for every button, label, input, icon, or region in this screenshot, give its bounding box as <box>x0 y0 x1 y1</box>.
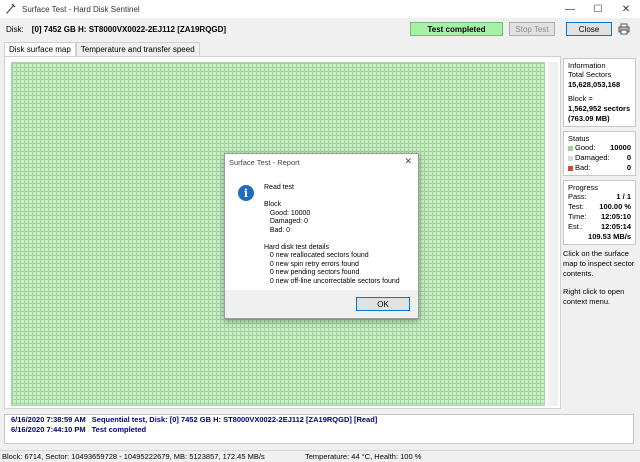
report-line: 0 new spin retry errors found <box>264 260 359 268</box>
ok-button[interactable]: OK <box>356 297 410 311</box>
report-line: Block <box>264 201 282 208</box>
report-line: 0 new pending sectors found <box>264 269 360 276</box>
minimize-button[interactable]: — <box>556 0 584 18</box>
dialog-footer: OK <box>225 290 418 318</box>
log-text: Test completed <box>91 425 147 434</box>
block-value: 1,562,952 sectors <box>568 104 631 113</box>
block-label: Block = <box>568 94 593 103</box>
print-icon[interactable] <box>616 21 632 37</box>
report-line: Bad: 0 <box>264 226 291 234</box>
report-line <box>264 193 400 202</box>
disk-name: [0] 7452 GB H: ST8000VX0022-2EJ112 [ZA19… <box>31 24 227 34</box>
dialog-title-bar: Surface Test - Report ✕ <box>225 154 418 170</box>
log-time: 6/16/2020 7:38:59 AM <box>11 415 86 424</box>
report-line: Damaged: 0 <box>264 218 308 225</box>
title-bar: Surface Test - Hard Disk Sentinel — ☐ ✕ <box>0 0 640 18</box>
bad-color-swatch <box>568 165 573 171</box>
log-entry: 6/16/2020 7:44:10 PM Test completed <box>5 425 633 435</box>
report-line <box>264 235 400 244</box>
transfer-speed: 109.53 MB/s <box>588 232 631 241</box>
window-close-button[interactable]: ✕ <box>612 0 640 18</box>
status-box: Status Good: 10000 Damaged: 0 Bad: 0 <box>563 131 636 176</box>
information-title: Information <box>568 61 606 70</box>
information-box: Information Total Sectors 15,628,053,168… <box>563 58 636 127</box>
good-count: 10000 <box>610 143 631 152</box>
time-value: 12:05:10 <box>600 212 631 221</box>
pass-value: 1 / 1 <box>616 192 631 201</box>
block-status-text: Block: 6714, Sector: 10493659728 - 10495… <box>2 452 265 461</box>
stop-test-button[interactable]: Stop Test <box>509 22 555 36</box>
report-line: Hard disk test details <box>264 243 329 251</box>
report-line: Good: 10000 <box>264 209 311 217</box>
info-icon: i <box>238 185 254 201</box>
log-text: Sequential test, Disk: [0] 7452 GB H: ST… <box>91 415 378 424</box>
test-status-badge: Test completed <box>410 22 503 36</box>
bad-count: 0 <box>626 163 631 172</box>
time-label: Time: <box>568 212 587 221</box>
maximize-button[interactable]: ☐ <box>584 0 612 18</box>
health-status-text: Temperature: 44 °C, Health: 100 % <box>305 452 422 461</box>
report-line: 0 new off-line uncorrectable sectors fou… <box>264 277 400 285</box>
report-dialog: Surface Test - Report ✕ i Read test Bloc… <box>224 153 419 319</box>
tab-bar: Disk surface map Temperature and transfe… <box>4 42 200 56</box>
report-line: Read test <box>264 184 294 191</box>
status-bar: Block: 6714, Sector: 10493659728 - 10495… <box>0 450 640 462</box>
damaged-color-swatch <box>568 155 573 161</box>
tab-disk-surface-map[interactable]: Disk surface map <box>4 42 76 56</box>
total-sectors-label: Total Sectors <box>568 70 612 79</box>
block-size: (763.09 MB) <box>568 114 610 123</box>
total-sectors-value: 15,628,053,168 <box>568 80 621 89</box>
app-icon <box>6 3 16 14</box>
est-value: 12:05:14 <box>600 222 631 231</box>
surface-map-help: Click on the surface map to inspect sect… <box>563 249 635 278</box>
report-text: Read test Block Good: 10000 Damaged: 0 B… <box>264 184 400 286</box>
report-line: 0 new reallocated sectors found <box>264 252 369 259</box>
dialog-body: i Read test Block Good: 10000 Damaged: 0… <box>225 170 418 290</box>
tab-temperature-transfer-speed[interactable]: Temperature and transfer speed <box>75 42 200 56</box>
log-time: 6/16/2020 7:44:10 PM <box>11 425 86 434</box>
good-color-swatch <box>568 145 573 151</box>
side-panel: Information Total Sectors 15,628,053,168… <box>563 58 636 315</box>
test-label: Test: <box>568 202 584 211</box>
progress-title: Progress <box>568 183 599 192</box>
disk-toolbar: Disk: [0] 7452 GB H: ST8000VX0022-2EJ112… <box>0 19 640 39</box>
est-label: Est.: <box>568 222 584 231</box>
disk-label: Disk: <box>6 24 24 34</box>
test-percent: 100.00 % <box>599 202 631 211</box>
close-button[interactable]: Close <box>566 22 612 36</box>
dialog-close-icon[interactable]: ✕ <box>404 156 412 167</box>
progress-box: Progress Pass: 1 / 1 Test: 100.00 % Time: 1… <box>563 180 636 245</box>
event-log: 6/16/2020 7:38:59 AM Sequential test, Dis… <box>4 414 634 444</box>
dialog-title: Surface Test - Report <box>229 157 300 167</box>
damaged-label: Damaged: <box>575 153 610 162</box>
surface-map-scrollbar[interactable] <box>548 62 558 406</box>
context-menu-help: Right click to open context menu. <box>563 287 625 306</box>
pass-label: Pass: <box>568 192 587 201</box>
good-label: Good: <box>575 143 596 152</box>
damaged-count: 0 <box>626 153 631 162</box>
bad-label: Bad: <box>575 163 591 172</box>
window-title: Surface Test - Hard Disk Sentinel <box>22 4 140 14</box>
log-entry: 6/16/2020 7:38:59 AM Sequential test, Dis… <box>5 415 633 425</box>
status-title: Status <box>568 134 590 143</box>
